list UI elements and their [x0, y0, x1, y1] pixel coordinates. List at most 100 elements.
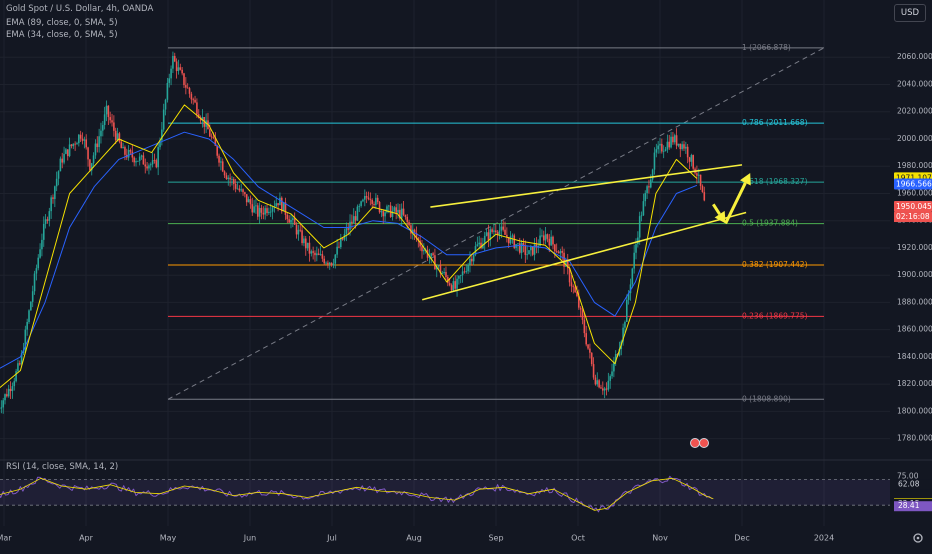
- candle-body: [626, 300, 628, 322]
- candle-body: [109, 117, 111, 120]
- candle-body: [561, 251, 563, 253]
- candle-body: [174, 56, 176, 61]
- candle-body: [187, 88, 189, 89]
- candle-body: [401, 209, 403, 219]
- candle-body: [12, 386, 14, 391]
- x-axis-tick-label: Dec: [734, 534, 749, 543]
- candle-body: [349, 222, 351, 230]
- candle-body: [17, 363, 19, 371]
- candle-body: [168, 78, 170, 83]
- fib-level-label: 0.786 (2011.668): [742, 118, 808, 127]
- candle-body: [534, 244, 536, 254]
- rsi-tag-label: 62.08: [898, 480, 920, 489]
- y-axis-tick-label: 2040.000: [897, 79, 932, 88]
- y-axis-tick-label: 1820.000: [897, 379, 932, 388]
- candle-body: [84, 139, 86, 140]
- candle-body: [229, 178, 231, 180]
- candle-body: [488, 232, 490, 240]
- candle-body: [209, 129, 211, 136]
- y-axis-tick-label: 2000.000: [897, 134, 932, 143]
- candle-body: [45, 219, 47, 224]
- candle-body: [421, 246, 423, 251]
- candle-body: [74, 144, 76, 145]
- candle-body: [547, 234, 549, 239]
- candle-body: [150, 164, 152, 165]
- candle-body: [178, 67, 180, 71]
- candle-body: [242, 189, 244, 192]
- candle-body: [296, 225, 298, 235]
- candle-body: [596, 380, 598, 384]
- candle-body: [255, 205, 257, 206]
- ema34-legend[interactable]: EMA (34, close, 0, SMA, 5): [6, 30, 118, 40]
- candle-body: [80, 135, 82, 139]
- candle-body: [502, 227, 504, 230]
- candle-body: [493, 230, 495, 231]
- candle-body: [541, 235, 543, 236]
- candle-body: [323, 259, 325, 264]
- candle-body: [43, 224, 45, 240]
- y-axis-tick-label: 2020.000: [897, 107, 932, 116]
- candle-body: [517, 243, 519, 244]
- symbol-title[interactable]: Gold Spot / U.S. Dollar, 4h, OANDA: [6, 4, 153, 14]
- candle-body: [63, 154, 65, 163]
- chart-area[interactable]: 1 (2066.878)0.786 (2011.668)0.618 (1968.…: [0, 0, 932, 550]
- candle-body: [146, 166, 148, 168]
- candle-body: [137, 161, 139, 162]
- candle-body: [467, 264, 469, 271]
- ema89-legend[interactable]: EMA (89, close, 0, SMA, 5): [6, 18, 118, 28]
- candle-body: [299, 230, 301, 231]
- candle-body: [96, 144, 98, 148]
- candle-body: [231, 179, 233, 180]
- candle-body: [312, 251, 314, 253]
- x-axis-tick-label: Sep: [488, 534, 503, 543]
- candle-body: [602, 388, 604, 390]
- candle-body: [406, 217, 408, 222]
- candle-body: [122, 147, 124, 148]
- candle-body: [338, 247, 340, 248]
- candle-body: [532, 247, 534, 255]
- candle-body: [589, 349, 591, 353]
- y-axis-tick-label: 1900.000: [897, 270, 932, 279]
- event-flag-icon: [691, 439, 700, 448]
- candle-body: [456, 279, 458, 289]
- candle-body: [2, 400, 4, 407]
- event-flag-icon: [700, 439, 709, 448]
- candle-body: [663, 151, 665, 152]
- candle-body: [585, 333, 587, 344]
- candle-body: [329, 263, 331, 265]
- candle-body: [674, 135, 676, 142]
- candle-body: [167, 83, 169, 100]
- candle-body: [135, 161, 137, 162]
- gear-center: [917, 537, 920, 540]
- x-axis-tick-label: Oct: [571, 534, 585, 543]
- candle-body: [292, 218, 294, 220]
- candle-body: [670, 137, 672, 148]
- candle-body: [652, 170, 654, 180]
- candle-body: [183, 73, 185, 85]
- candle-body: [395, 207, 397, 212]
- candle-body: [87, 147, 89, 159]
- candle-body: [633, 253, 635, 269]
- currency-button[interactable]: USD: [894, 4, 926, 22]
- rsi-legend[interactable]: RSI (14, close, SMA, 14, 2): [6, 462, 118, 472]
- candle-body: [261, 208, 263, 213]
- candle-body: [264, 208, 266, 214]
- rsi-tag-label: 28.41: [898, 501, 920, 510]
- candle-body: [656, 149, 658, 152]
- candle-body: [667, 142, 669, 150]
- candle-body: [246, 194, 248, 202]
- candle-body: [351, 222, 353, 223]
- y-axis-tick-label: 2060.000: [897, 52, 932, 61]
- candle-body: [648, 186, 650, 187]
- candle-body: [358, 206, 360, 207]
- candle-body: [13, 381, 15, 386]
- price-chart[interactable]: 1 (2066.878)0.786 (2011.668)0.618 (1968.…: [0, 0, 932, 550]
- candle-body: [336, 247, 338, 255]
- y-axis-tick-label: 1840.000: [897, 352, 932, 361]
- candle-body: [165, 100, 167, 110]
- candle-body: [659, 144, 661, 146]
- candle-body: [37, 258, 39, 268]
- candle-body: [237, 189, 239, 190]
- candle-body: [305, 239, 307, 249]
- candle-body: [61, 159, 63, 163]
